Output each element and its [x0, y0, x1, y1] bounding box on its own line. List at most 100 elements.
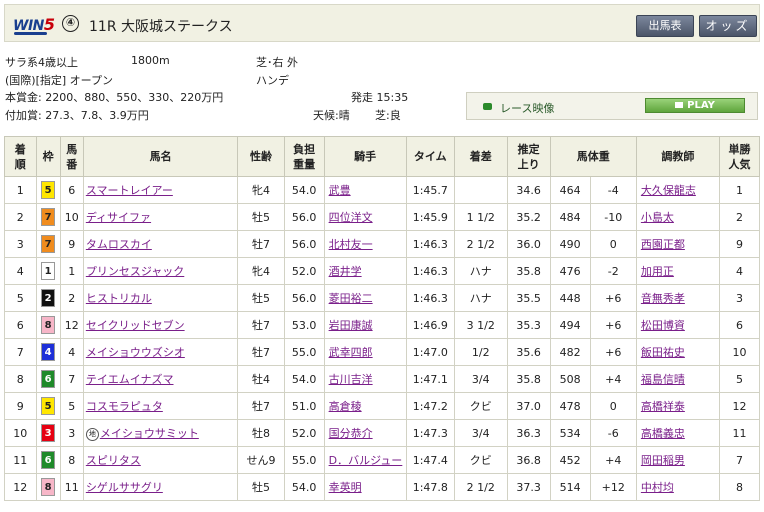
horse-name-link[interactable]: スマートレイアー	[86, 184, 173, 197]
time-cell: 1:47.4	[405, 446, 455, 474]
horse-name-link[interactable]: スピリタス	[86, 454, 141, 467]
margin-cell: 3 1/2	[453, 311, 508, 339]
jockey-link[interactable]: 武豊	[329, 184, 351, 197]
jockey-link[interactable]: 四位洋文	[329, 211, 373, 224]
col-popularity: 単勝人気	[718, 136, 761, 177]
horse-name-link[interactable]: メイショウサミット	[100, 427, 199, 440]
last3f-cell: 36.3	[506, 419, 551, 447]
sex-age-cell: 牡4	[237, 365, 285, 393]
col-num: 馬番	[59, 136, 84, 177]
jockey-link[interactable]: 酒井学	[329, 265, 362, 278]
col-margin: 着差	[453, 136, 508, 177]
rank-cell: 10	[4, 419, 37, 447]
weight-cell: 51.0	[283, 392, 325, 420]
trainer-link[interactable]: 岡田稲男	[641, 454, 685, 467]
jockey-link[interactable]: 古川吉洋	[329, 373, 373, 386]
going: 芝:良	[375, 109, 401, 122]
time-cell: 1:45.9	[405, 203, 455, 231]
jockey-link[interactable]: 国分恭介	[329, 427, 373, 440]
race-title: 11R 大阪城ステークス	[89, 19, 233, 35]
horse-name-cell: セイクリッドセブン	[82, 311, 239, 339]
trainer-link[interactable]: 松田博資	[641, 319, 685, 332]
jockey-link[interactable]: 武幸四郎	[329, 346, 373, 359]
prize-money: 本賞金: 2200、880、550、330、220万円	[5, 91, 224, 104]
body-weight-cell: 490	[549, 230, 591, 258]
col-body-weight: 馬体重	[549, 136, 637, 177]
table-row: 1 5 6 スマートレイアー 牝4 54.0 武豊 1:45.7 34.6 464 -4 大久保龍志 1	[4, 176, 761, 204]
margin-cell	[453, 176, 508, 204]
horse-name-link[interactable]: メイショウウズシオ	[86, 346, 185, 359]
horse-number-cell: 8	[59, 446, 84, 474]
play-button[interactable]: PLAY	[645, 98, 745, 113]
body-weight-diff-cell: +6	[589, 338, 637, 366]
horse-name-link[interactable]: セイクリッドセブン	[86, 319, 185, 332]
jockey-cell: 国分恭介	[323, 419, 407, 447]
trainer-link[interactable]: 高橋祥泰	[641, 400, 685, 413]
waku-cell: 8	[35, 311, 61, 339]
table-row: 11 6 8 スピリタス せん9 55.0 D．バルジュー 1:47.4 クビ 36.8 452 +4…	[4, 446, 761, 474]
body-weight-diff-cell: -4	[589, 176, 637, 204]
horse-name-cell: ディサイファ	[82, 203, 239, 231]
horse-name-link[interactable]: ディサイファ	[86, 211, 151, 224]
sex-age-cell: 牡8	[237, 419, 285, 447]
jockey-link[interactable]: D．バルジュー	[329, 454, 403, 467]
trainer-cell: 福島信晴	[635, 365, 720, 393]
body-weight-cell: 478	[549, 392, 591, 420]
margin-cell: 2 1/2	[453, 230, 508, 258]
jockey-link[interactable]: 菱田裕二	[329, 292, 373, 305]
jockey-link[interactable]: 高倉稜	[329, 400, 362, 413]
trainer-link[interactable]: 加用正	[641, 265, 674, 278]
shutsuba-button[interactable]: 出馬表	[636, 15, 694, 37]
jockey-cell: 酒井学	[323, 257, 407, 285]
weight-cell: 53.0	[283, 311, 325, 339]
popularity-cell: 6	[718, 311, 761, 339]
rank-cell: 4	[4, 257, 37, 285]
odds-button[interactable]: オッズ	[699, 15, 757, 37]
last3f-cell: 37.3	[506, 473, 551, 501]
body-weight-cell: 464	[549, 176, 591, 204]
horse-name-link[interactable]: タムロスカイ	[86, 238, 152, 251]
horse-name-link[interactable]: ヒストリカル	[86, 292, 152, 305]
horse-name-link[interactable]: シゲルササグリ	[86, 481, 163, 494]
col-horse: 馬名	[82, 136, 239, 177]
body-weight-cell: 484	[549, 203, 591, 231]
horse-number-cell: 12	[59, 311, 84, 339]
jockey-cell: 武幸四郎	[323, 338, 407, 366]
race-class: サラ系4歳以上	[5, 56, 78, 69]
trainer-link[interactable]: 音無秀孝	[641, 292, 685, 305]
trainer-link[interactable]: 大久保龍志	[641, 184, 696, 197]
trainer-link[interactable]: 小島太	[641, 211, 674, 224]
body-weight-diff-cell: -2	[589, 257, 637, 285]
trainer-link[interactable]: 福島信晴	[641, 373, 685, 386]
body-weight-cell: 476	[549, 257, 591, 285]
horse-number-cell: 10	[59, 203, 84, 231]
leg-number-badge: ④	[62, 15, 79, 32]
jockey-link[interactable]: 岩田康誠	[329, 319, 373, 332]
col-sex-age: 性齢	[237, 136, 285, 177]
col-last3f: 推定上り	[506, 136, 551, 177]
jockey-link[interactable]: 幸英明	[329, 481, 362, 494]
horse-number-cell: 5	[59, 392, 84, 420]
trainer-link[interactable]: 高橋義忠	[641, 427, 685, 440]
horse-name-link[interactable]: プリンセスジャック	[86, 265, 184, 278]
horse-name-link[interactable]: テイエムイナズマ	[86, 373, 174, 386]
horse-name-link[interactable]: コスモラピュタ	[86, 400, 163, 413]
time-cell: 1:47.3	[405, 419, 455, 447]
trainer-link[interactable]: 西園正都	[641, 238, 685, 251]
race-conditions: (国際)[指定] オープン	[5, 74, 114, 87]
time-cell: 1:47.8	[405, 473, 455, 501]
waku-badge: 8	[41, 478, 56, 496]
body-weight-diff-cell: +6	[589, 311, 637, 339]
popularity-cell: 4	[718, 257, 761, 285]
body-weight-cell: 448	[549, 284, 591, 312]
trainer-link[interactable]: 中村均	[641, 481, 674, 494]
horse-number-cell: 2	[59, 284, 84, 312]
body-weight-diff-cell: 0	[589, 392, 637, 420]
jockey-link[interactable]: 北村友一	[329, 238, 373, 251]
popularity-cell: 3	[718, 284, 761, 312]
trainer-link[interactable]: 飯田祐史	[641, 346, 685, 359]
time-cell: 1:47.1	[405, 365, 455, 393]
waku-cell: 5	[35, 176, 61, 204]
table-row: 3 7 9 タムロスカイ 牡7 56.0 北村友一 1:46.3 2 1/2 36.0 490 0 西園…	[4, 230, 761, 258]
jockey-cell: 武豊	[323, 176, 407, 204]
